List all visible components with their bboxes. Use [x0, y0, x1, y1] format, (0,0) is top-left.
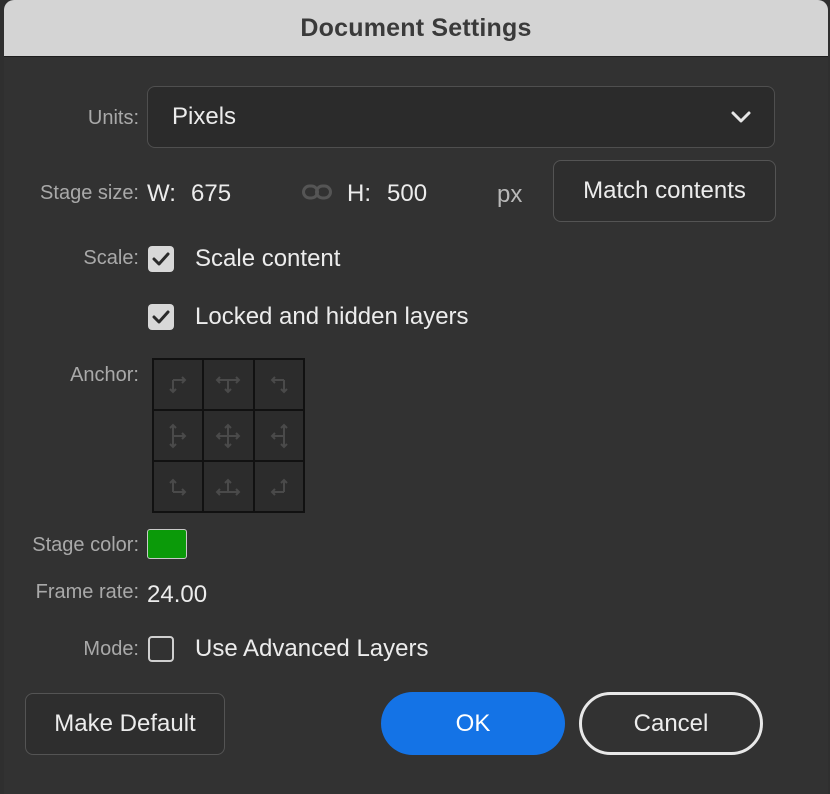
cancel-button[interactable]: Cancel	[579, 692, 763, 755]
make-default-button[interactable]: Make Default	[25, 693, 225, 755]
scale-content-checkbox[interactable]	[148, 246, 174, 272]
dialog-title: Document Settings	[300, 13, 532, 42]
width-label: W:	[147, 180, 176, 207]
frame-rate-label: Frame rate:	[35, 581, 139, 603]
ok-button[interactable]: OK	[381, 692, 565, 755]
anchor-top-left[interactable]	[153, 359, 204, 410]
anchor-label: Anchor:	[70, 364, 139, 386]
match-contents-button[interactable]: Match contents	[553, 160, 776, 222]
frame-rate-field[interactable]: 24.00	[147, 581, 207, 609]
stage-size-label: Stage size:	[40, 182, 139, 204]
advanced-layers-label[interactable]: Use Advanced Layers	[195, 635, 428, 663]
anchor-grid[interactable]	[152, 358, 305, 513]
stage-color-label: Stage color:	[32, 534, 139, 556]
checkmark-icon	[152, 310, 170, 324]
size-unit: px	[497, 181, 523, 208]
width-field[interactable]: 675	[191, 180, 231, 208]
title-bar: Document Settings	[4, 0, 828, 57]
units-selected-value: Pixels	[172, 103, 237, 130]
units-dropdown[interactable]: Pixels	[147, 86, 775, 148]
chevron-down-icon	[731, 111, 751, 123]
arrow-bottom-left-icon	[270, 375, 288, 393]
link-icon[interactable]	[302, 183, 332, 201]
height-label: H:	[347, 180, 371, 207]
mode-label: Mode:	[83, 638, 139, 660]
advanced-layers-checkbox[interactable]	[148, 636, 174, 662]
units-label: Units:	[87, 107, 139, 129]
arrow-top-left-icon	[270, 478, 288, 496]
anchor-top-right[interactable]	[253, 359, 304, 410]
arrow-bottom-right-icon	[169, 375, 187, 393]
arrow-spread-right-icon	[169, 423, 187, 448]
arrow-spread-down-icon	[216, 375, 241, 393]
anchor-middle-right[interactable]	[253, 410, 304, 461]
anchor-middle-left[interactable]	[153, 410, 204, 461]
document-settings-dialog: Document Settings Units: Pixels Stage si…	[4, 0, 828, 794]
scale-content-label[interactable]: Scale content	[195, 245, 340, 273]
locked-hidden-layers-label[interactable]: Locked and hidden layers	[195, 303, 469, 331]
anchor-center[interactable]	[203, 410, 254, 461]
anchor-bottom-center[interactable]	[203, 461, 254, 512]
stage-color-swatch[interactable]	[147, 529, 187, 559]
anchor-bottom-right[interactable]	[253, 461, 304, 512]
scale-label: Scale:	[83, 247, 139, 269]
anchor-top-center[interactable]	[203, 359, 254, 410]
arrow-move-icon	[216, 423, 241, 448]
checkmark-icon	[152, 252, 170, 266]
arrow-spread-left-icon	[270, 423, 288, 448]
locked-hidden-layers-checkbox[interactable]	[148, 304, 174, 330]
arrow-top-right-icon	[169, 478, 187, 496]
anchor-bottom-left[interactable]	[153, 461, 204, 512]
arrow-spread-up-icon	[216, 478, 241, 496]
height-field[interactable]: 500	[387, 180, 427, 208]
